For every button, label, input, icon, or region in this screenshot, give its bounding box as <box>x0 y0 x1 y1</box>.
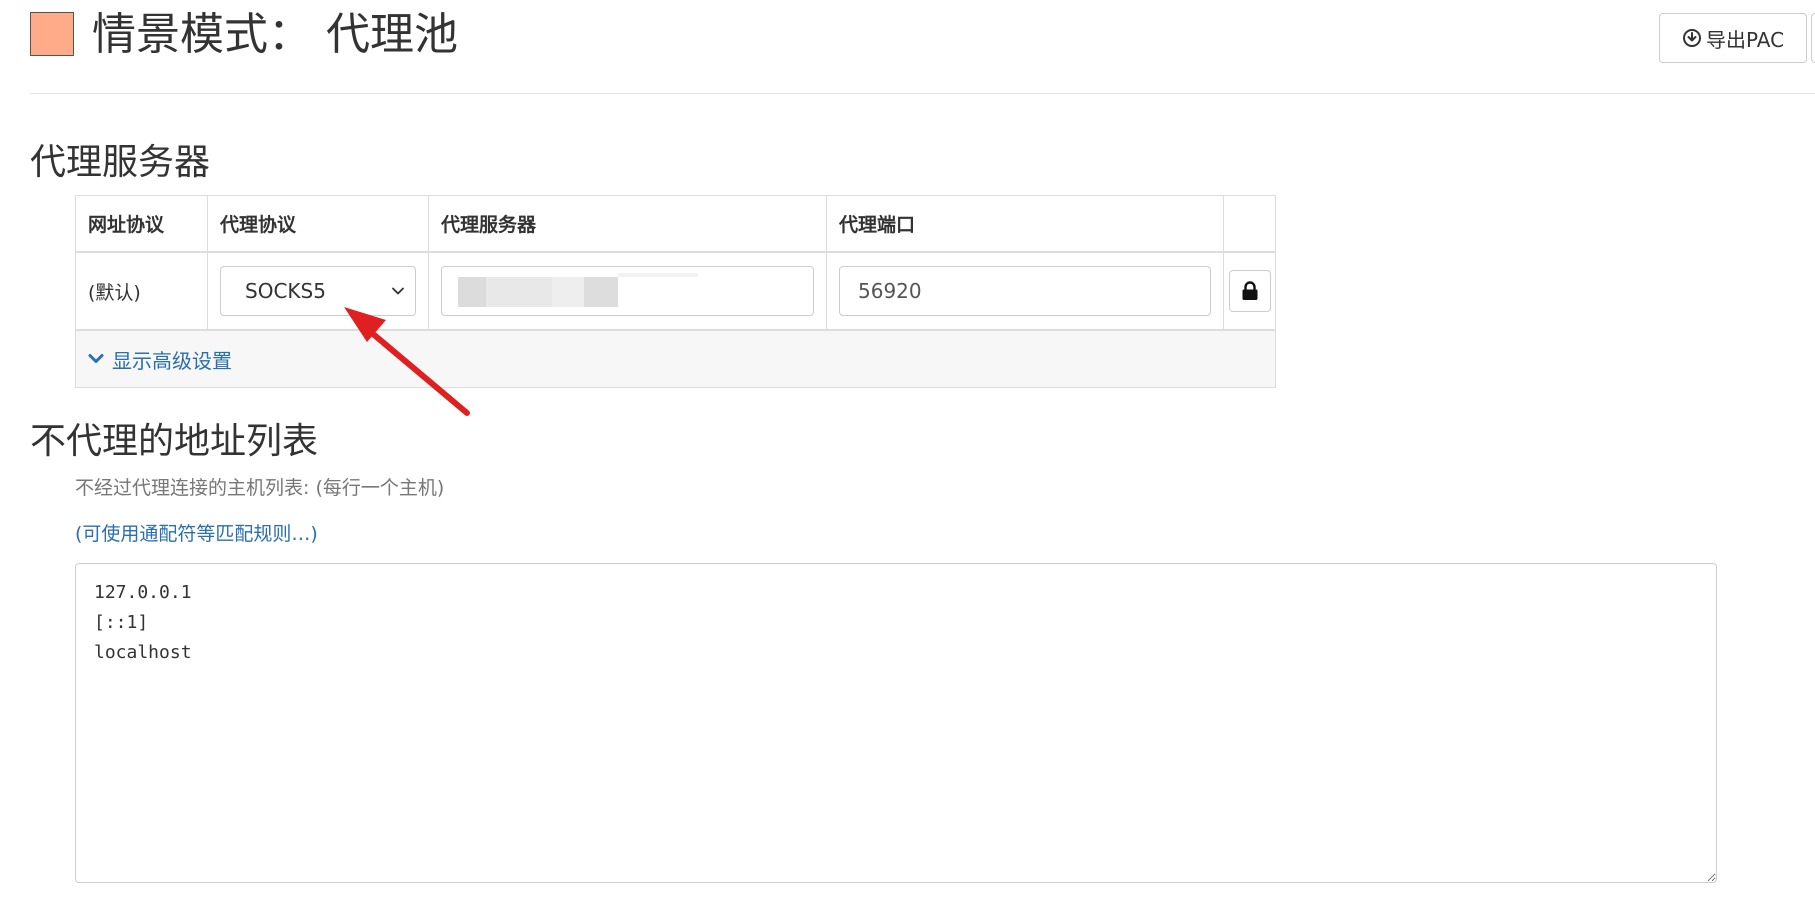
proxy-section-title: 代理服务器 <box>30 142 211 183</box>
download-circle-icon <box>1682 28 1702 48</box>
auth-cell <box>1223 251 1276 331</box>
protocol-select[interactable]: SOCKS5 <box>220 266 416 316</box>
proxy-server-input[interactable] <box>441 266 814 316</box>
advanced-settings-row: 显示高级设置 <box>75 329 1276 388</box>
table-header-row: 网址协议 代理协议 代理服务器 代理端口 <box>75 195 1276 253</box>
bypass-list-textarea[interactable]: 127.0.0.1 [::1] localhost <box>75 563 1717 883</box>
chevron-down-icon <box>392 287 404 295</box>
header: 情景模式： 代理池 导出PAC <box>30 0 1815 94</box>
show-advanced-settings-link[interactable]: 显示高级设置 <box>88 345 232 374</box>
column-header-server: 代理服务器 <box>428 195 827 253</box>
column-header-url-scheme: 网址协议 <box>75 195 208 253</box>
show-advanced-settings-label: 显示高级设置 <box>112 348 232 373</box>
url-scheme-cell: (默认) <box>75 251 208 331</box>
advanced-settings-cell: 显示高级设置 <box>75 329 1276 388</box>
proxy-server-table: 网址协议 代理协议 代理服务器 代理端口 (默认) SOCKS5 56920 显… <box>75 195 1276 388</box>
column-header-port: 代理端口 <box>826 195 1224 253</box>
protocol-selected-value: SOCKS5 <box>245 279 326 303</box>
lock-icon <box>1242 281 1257 300</box>
table-row: (默认) SOCKS5 <box>75 251 1276 331</box>
bypass-help-text: 不经过代理连接的主机列表: (每行一个主机) <box>75 477 445 499</box>
page: 情景模式： 代理池 导出PAC 代理服务器 网址协议 代理协议 代理服务器 代理… <box>0 0 1815 906</box>
bypass-rules-link[interactable]: (可使用通配符等匹配规则…) <box>75 519 318 546</box>
redacted-block <box>552 277 584 307</box>
proxy-auth-button[interactable] <box>1228 270 1271 312</box>
profile-color-swatch[interactable] <box>30 12 74 56</box>
redacted-block <box>458 277 486 307</box>
proxy-port-input[interactable] <box>839 266 1211 316</box>
redacted-block <box>618 273 698 277</box>
port-cell <box>826 251 1224 331</box>
export-pac-label: 导出PAC <box>1705 27 1785 52</box>
column-header-actions <box>1223 195 1276 253</box>
redacted-block <box>486 277 552 307</box>
column-header-protocol: 代理协议 <box>207 195 429 253</box>
bypass-section-title: 不代理的地址列表 <box>30 421 319 462</box>
chevron-down-icon <box>88 354 104 363</box>
redacted-block <box>584 277 618 307</box>
server-cell <box>428 251 827 331</box>
protocol-cell: SOCKS5 <box>207 251 429 331</box>
header-next-button[interactable] <box>1811 13 1815 63</box>
export-pac-button[interactable]: 导出PAC <box>1659 13 1807 63</box>
page-title: 情景模式： 代理池 <box>92 9 458 60</box>
